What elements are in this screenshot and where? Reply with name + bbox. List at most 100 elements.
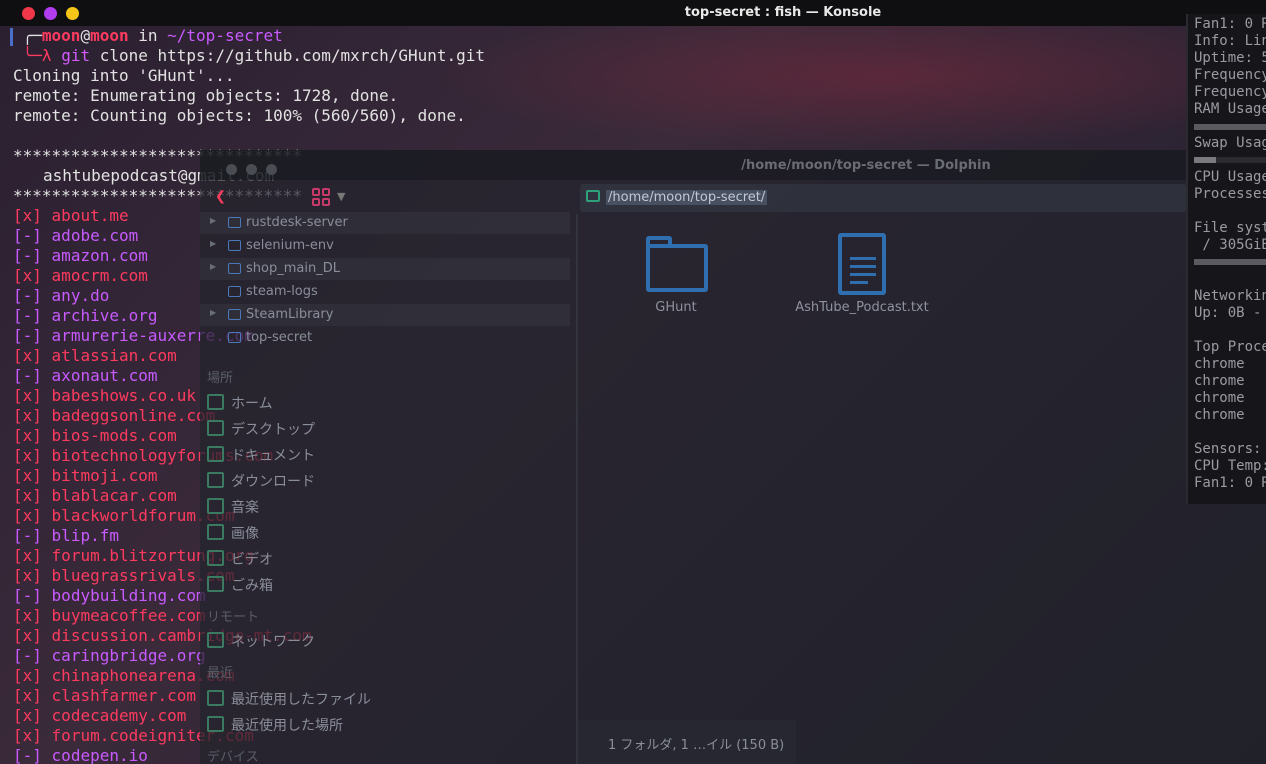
network-icon [207,632,224,648]
location-path[interactable]: /home/moon/top-secret/ [606,190,768,205]
place-label: ビデオ [231,552,273,568]
file-name-podcast[interactable]: AshTube_Podcast.txt [792,300,932,315]
tree-item[interactable]: top-secret [200,327,570,349]
panel-divider[interactable] [576,214,578,764]
site-status-mark: [x] [13,406,42,425]
site-status-mark: [-] [13,646,42,665]
status-text: 1 フォルダ, 1 …イル (150 B) [608,738,785,753]
file-name-ghunt[interactable]: GHunt [626,300,726,315]
output-line-1: Cloning into 'GHunt'... [13,66,235,85]
site-status-mark: [-] [13,526,42,545]
site-name: buymeacoffee.com [51,606,206,625]
site-status-mark: [-] [13,286,42,305]
site-status-mark: [x] [13,426,42,445]
site-status-mark: [x] [13,606,42,625]
output-line-3: remote: Counting objects: 100% (560/560)… [13,106,466,125]
places-header: 場所 [207,371,234,386]
site-name: archive.org [51,306,158,325]
place-label: ホーム [231,396,273,412]
place-label: ドキュメント [231,448,315,464]
command-git: git [61,46,91,65]
site-status-mark: [x] [13,706,42,725]
place-label: ダウンロード [231,474,315,490]
expand-arrow-icon[interactable]: ▶ [210,216,216,225]
view-mode-icon[interactable] [312,188,332,206]
usage-bar [1194,259,1266,265]
tree-item[interactable]: steam-logs [200,281,570,303]
window-title: top-secret : fish — Konsole [684,5,882,20]
place-label: ネットワーク [231,634,315,650]
prompt-path: ~/top-secret [167,26,283,45]
site-status-mark: [x] [13,486,42,505]
monitor-line: Frequency [1194,84,1266,100]
download-icon [207,472,224,488]
expand-arrow-icon[interactable]: ▶ [210,308,216,317]
monitor-line: Frequency [1194,67,1266,83]
dolphin-minimize-button[interactable] [246,164,257,175]
command-args: clone https://github.com/mxrch/GHunt.git [90,46,486,65]
back-icon[interactable]: ❮ [215,186,226,207]
monitor-line: / 305GiB [1194,237,1266,253]
monitor-line: chrome [1194,356,1245,372]
folder-icon [228,263,241,274]
folder-icon [228,217,241,228]
place-label: デスクトップ [231,422,315,438]
site-name: atlassian.com [51,346,177,365]
expand-arrow-icon[interactable]: ▶ [210,239,216,248]
home-icon [207,394,224,410]
site-name: about.me [51,206,129,225]
place-label: ごみ箱 [231,578,273,594]
title-bar: top-secret : fish — Konsole [0,0,1266,26]
monitor-line: CPU Usage [1194,169,1266,185]
site-name: codecademy.com [51,706,187,725]
expand-arrow-icon[interactable]: ▶ [210,262,216,271]
folder-icon [586,190,600,202]
music-icon [207,498,224,514]
monitor-line: chrome [1194,373,1245,389]
site-name: amazon.com [51,246,148,265]
usage-bar [1194,124,1266,130]
tree-item[interactable]: ▶ rustdesk-server [200,212,570,234]
site-name: blablacar.com [51,486,177,505]
site-status-mark: [x] [13,666,42,685]
site-name: bodybuilding.com [51,586,206,605]
documents-icon [207,446,224,462]
prompt-host: moon [90,26,129,45]
recent-places-icon [207,716,224,732]
monitor-line: Info: Lin [1194,33,1266,49]
site-name: bitmoji.com [51,466,158,485]
folder-icon[interactable] [646,236,708,292]
folder-icon [228,240,241,251]
place-label: 最近使用した場所 [231,718,343,734]
monitor-line: Networkin [1194,288,1266,304]
text-file-icon[interactable] [838,233,886,295]
site-name: axonaut.com [51,366,158,385]
chevron-down-icon[interactable]: ▼ [337,190,345,203]
site-status-mark: [x] [13,466,42,485]
tree-item[interactable]: ▶ shop_main_DL [200,258,570,280]
monitor-line: Processes [1194,186,1266,202]
site-name: blip.fm [51,526,119,545]
place-label: 音楽 [231,500,259,516]
dolphin-close-button[interactable] [226,164,237,175]
site-status-mark: [x] [13,386,42,405]
tree-item-label: steam-logs [246,284,318,299]
monitor-line: Swap Usag [1194,135,1266,151]
monitor-line: CPU Temp: [1194,458,1266,474]
site-status-mark: [-] [13,226,42,245]
terminal-output[interactable]: ╭─moon@moon in ~/top-secret ╰─λ git clon… [13,26,485,126]
desktop-icon [207,420,224,436]
site-status-mark: [x] [13,566,42,585]
place-label: 最近使用したファイル [231,692,371,708]
dolphin-maximize-button[interactable] [266,164,277,175]
site-status-mark: [x] [13,726,42,745]
tree-item[interactable]: ▶ selenium-env [200,235,570,257]
background-wallpaper [430,26,1190,150]
tree-item-label: selenium-env [246,238,334,253]
tree-item[interactable]: ▶ SteamLibrary [200,304,570,326]
prompt-lambda: λ [41,46,52,65]
site-name: any.do [51,286,110,305]
monitor-line: chrome [1194,390,1245,406]
site-status-mark: [-] [13,306,42,325]
site-status-mark: [-] [13,746,42,764]
